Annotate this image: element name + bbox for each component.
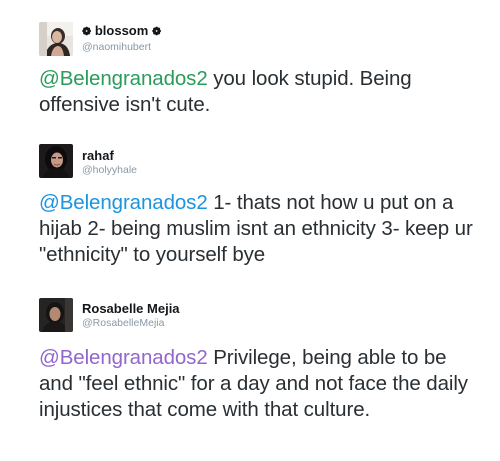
flower-icon: ❁: [82, 26, 92, 38]
mention-link[interactable]: @Belengranados2: [39, 191, 208, 214]
display-name-text: rahaf: [82, 148, 114, 163]
tweet-text: @Belengranados2 you look stupid. Being o…: [39, 66, 479, 118]
display-name-text: blossom: [94, 23, 149, 38]
mention-link[interactable]: @Belengranados2: [39, 67, 208, 90]
tweet-text: @Belengranados2 Privilege, being able to…: [39, 345, 479, 423]
display-name[interactable]: rahaf: [82, 148, 137, 163]
flower-icon: ❁: [151, 26, 162, 38]
username[interactable]: @holyyhale: [82, 163, 137, 177]
avatar[interactable]: [39, 144, 73, 178]
mention-link[interactable]: @Belengranados2: [39, 346, 208, 369]
display-name[interactable]: ❁ blossom ❁: [82, 23, 161, 40]
display-name[interactable]: Rosabelle Mejia: [82, 301, 180, 316]
display-name-text: Rosabelle Mejia: [82, 301, 180, 316]
avatar[interactable]: [39, 22, 73, 56]
tweet-text: @Belengranados2 1- thats not how u put o…: [39, 190, 479, 268]
avatar[interactable]: [39, 298, 73, 332]
username[interactable]: @naomihubert: [82, 40, 161, 54]
username[interactable]: @RosabelleMejia: [82, 316, 180, 330]
